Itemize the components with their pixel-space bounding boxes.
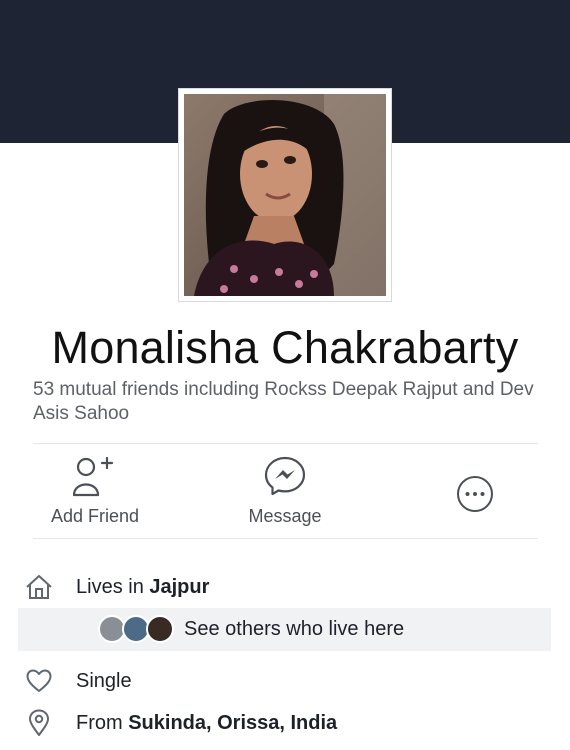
messenger-icon	[263, 452, 307, 500]
mutual-friends-text[interactable]: 53 mutual friends including Rockss Deepa…	[33, 378, 538, 426]
relationship-row: Single	[0, 661, 570, 701]
divider-bottom	[33, 538, 538, 539]
from-prefix: From	[76, 711, 129, 734]
see-others-row[interactable]: See others who live here	[18, 608, 551, 651]
add-friend-button[interactable]: Add Friend	[48, 452, 142, 527]
more-options-button[interactable]	[452, 470, 498, 518]
profile-picture[interactable]	[178, 88, 392, 302]
more-icon	[455, 470, 495, 518]
resident-avatar-3	[146, 615, 174, 643]
add-friend-label: Add Friend	[50, 506, 140, 526]
from-place[interactable]: Sukinda, Orissa, India	[128, 712, 337, 734]
profile-photo	[184, 94, 386, 296]
relationship-status: Single	[76, 669, 132, 692]
heart-icon	[24, 661, 54, 701]
location-pin-icon	[24, 703, 54, 743]
divider-top	[33, 443, 538, 444]
see-others-label: See others who live here	[184, 618, 405, 640]
add-friend-icon	[72, 452, 118, 500]
home-icon	[24, 567, 54, 607]
profile-name: Monalisha Chakrabarty	[51, 322, 519, 373]
lives-in-row: Lives in Jajpur	[0, 567, 570, 607]
lives-in-place[interactable]: Jajpur	[149, 576, 209, 598]
from-row: From Sukinda, Orissa, India	[0, 703, 570, 743]
lives-in-prefix: Lives in	[76, 575, 150, 598]
message-button[interactable]: Message	[240, 452, 330, 527]
message-label: Message	[248, 506, 322, 526]
